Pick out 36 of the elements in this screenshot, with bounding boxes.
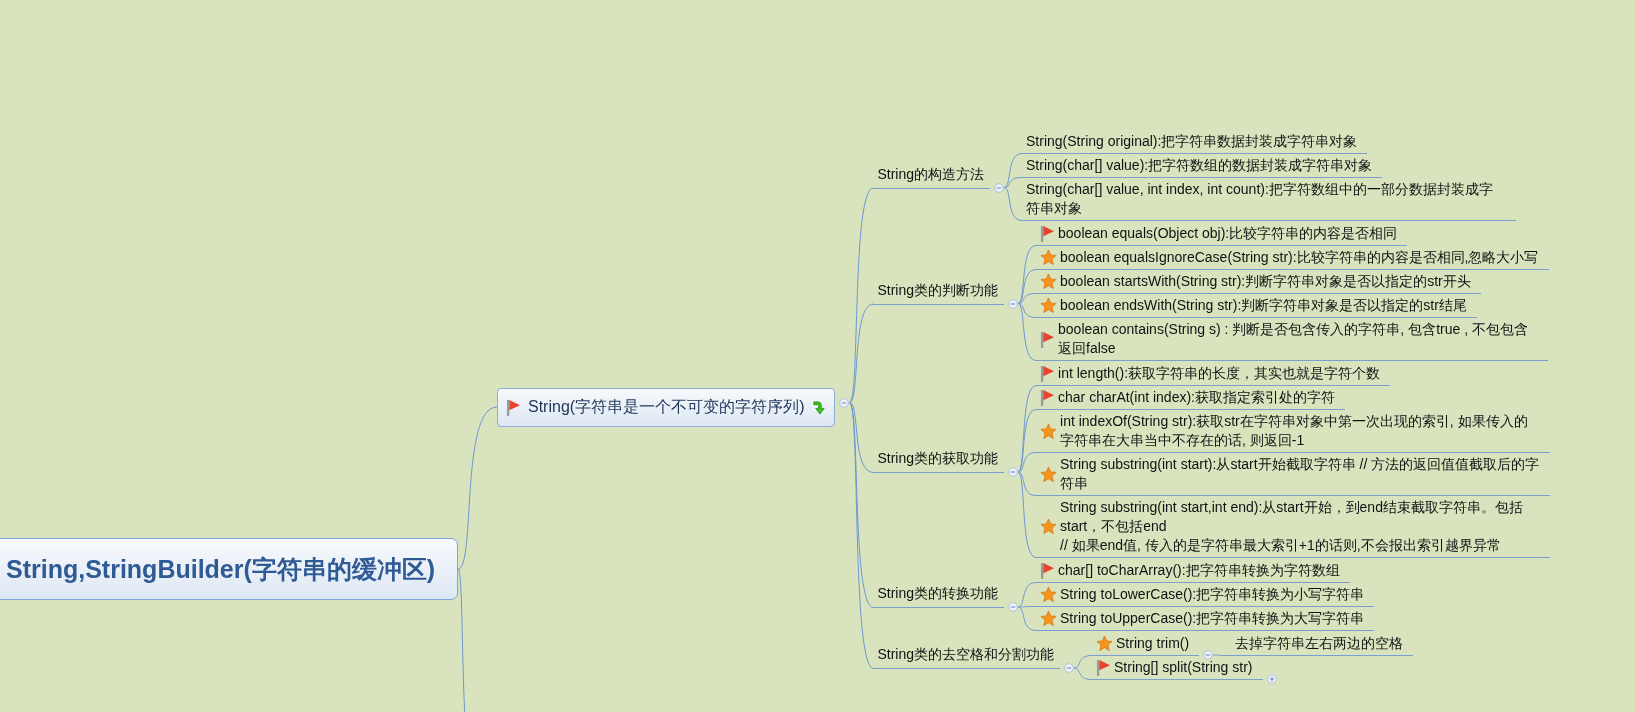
topic-text[interactable]: String类的判断功能 (877, 281, 999, 300)
collapse-icon[interactable] (1203, 650, 1214, 660)
topic-text: String(字符串是一个不可变的字符序列) (527, 396, 806, 417)
topic-text[interactable]: boolean endsWith(String str):判断字符串对象是否以指定的str结尾 (1060, 296, 1467, 315)
drill-down-icon[interactable] (811, 399, 827, 415)
collapse-icon[interactable] (1064, 663, 1075, 673)
topic-text[interactable]: String toLowerCase():把字符串转换为小写字符串 (1060, 585, 1365, 604)
collapse-icon[interactable] (1008, 298, 1019, 309)
topic-text[interactable]: String(char[] value, int index, int count):把字符数组中的一部分数据封装成字符串对象 (1026, 180, 1507, 218)
collapse-icon[interactable] (1008, 602, 1019, 612)
central-topic[interactable]: String,StringBuilder(字符串的缓冲区) (0, 538, 459, 600)
topic-text[interactable]: String类的转换功能 (877, 585, 999, 603)
topic-text[interactable]: boolean equalsIgnoreCase(String str):比较字符串的内容是否相同,忽略大小写 (1060, 248, 1539, 267)
topic-text[interactable]: int indexOf(String str):获取str在字符串对象中第一次出现的索引, 如果传入的字符串在大串当中不存在的话, 则返回-1 (1060, 412, 1541, 450)
topic-text[interactable]: 去掉字符串左右两边的空格 (1235, 634, 1404, 653)
topic-text[interactable]: char[] toCharArray():把字符串转换为字符数组 (1058, 561, 1340, 580)
topic-text[interactable]: boolean startsWith(String str):判断字符串对象是否以指定的str开头 (1060, 272, 1471, 291)
topic-text[interactable]: String substring(int start,int end):从start开始，到end结束截取字符串。包括start，不包括end // 如果end值, 传入的是字符串最大索引+1的话则,不会报出索引越界异常 (1060, 498, 1541, 555)
topic-text[interactable]: String(char[] value):把字符数组的数据封装成字符串对象 (1026, 156, 1373, 175)
topic-text[interactable]: String(String original):把字符串数据封装成字符串对象 (1026, 132, 1358, 151)
topic-text[interactable]: String toUpperCase():把字符串转换为大写字符串 (1060, 609, 1365, 628)
topic-text[interactable]: String trim() (1116, 634, 1190, 653)
topic-box[interactable]: String(字符串是一个不可变的字符序列) (497, 387, 836, 427)
topic-text[interactable]: int length():获取字符串的长度，其实也就是字符个数 (1058, 364, 1381, 383)
topic-text[interactable]: boolean equals(Object obj):比较字符串的内容是否相同 (1058, 224, 1398, 243)
topic-text[interactable]: char charAt(int index):获取指定索引处的字符 (1058, 388, 1335, 407)
collapse-icon[interactable] (1008, 467, 1019, 477)
topic-text[interactable]: String类的获取功能 (877, 450, 999, 468)
topic-text[interactable]: boolean contains(String s) : 判断是否包含传入的字符串, 包含true , 不包包含返回false (1058, 320, 1539, 358)
topic-text[interactable]: String的构造方法 (877, 165, 985, 184)
collapse-icon[interactable] (839, 397, 850, 408)
topic-text[interactable]: String类的去空格和分割功能 (877, 646, 1055, 664)
topic-text[interactable]: String[] split(String str) (1114, 658, 1253, 677)
expand-icon[interactable] (1266, 674, 1277, 684)
collapse-icon[interactable] (994, 182, 1005, 193)
topic-text[interactable]: String substring(int start):从start开始截取字符串 // 方法的返回值值截取后的字符串 (1060, 455, 1541, 493)
